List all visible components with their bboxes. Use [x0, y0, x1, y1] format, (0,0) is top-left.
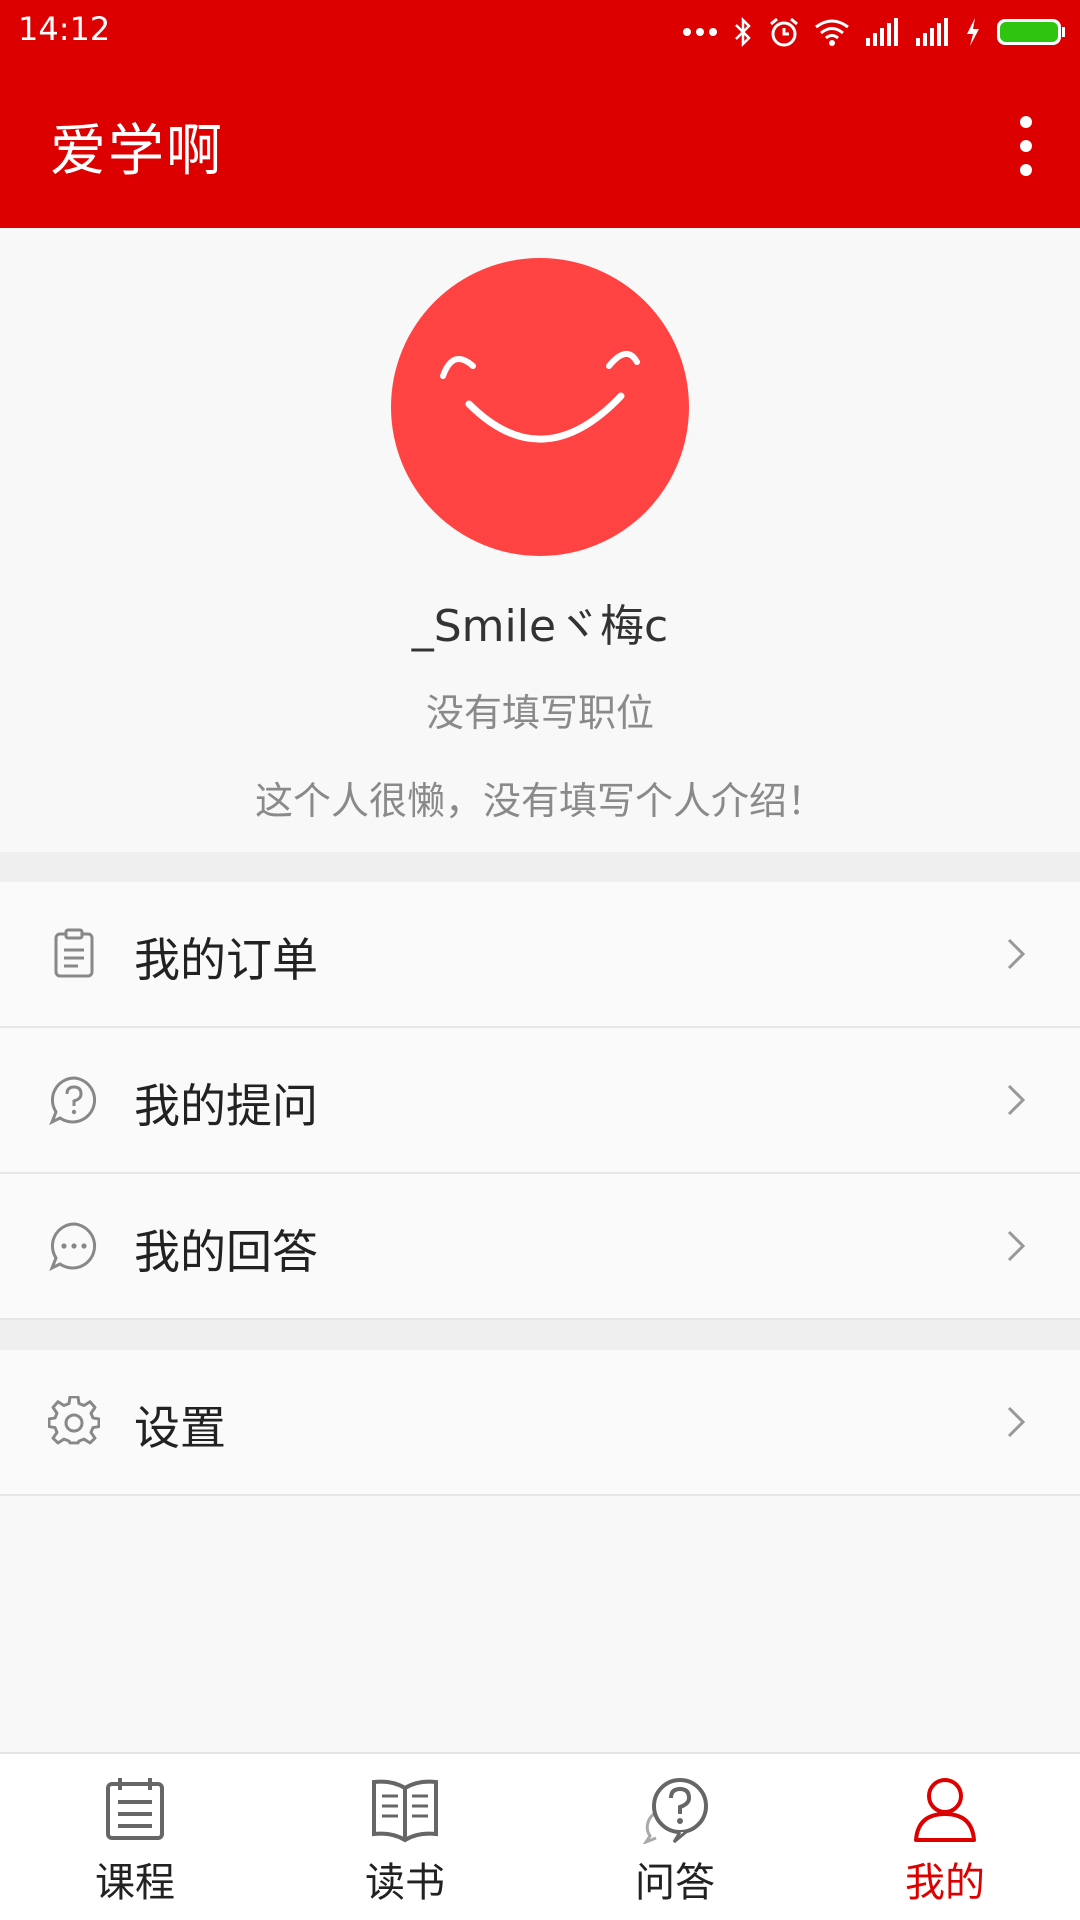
charging-icon [967, 18, 979, 46]
status-time: 14:12 [18, 10, 111, 48]
menu-item-orders[interactable]: 我的订单 [0, 882, 1080, 1028]
tab-reading[interactable]: 读书 [270, 1754, 540, 1920]
tab-courses[interactable]: 课程 [0, 1754, 270, 1920]
app-bar: 爱学啊 [0, 62, 1080, 228]
profile-intro: 这个人很懒，没有填写个人介绍！ [254, 779, 825, 823]
bluetooth-icon [735, 17, 751, 47]
tab-qa[interactable]: 问答 [540, 1754, 810, 1920]
chat-bubble-icon [49, 1222, 97, 1272]
status-bar: 14:12 [0, 0, 1080, 62]
app-title: 爱学啊 [50, 119, 224, 184]
tab-label: 问答 [635, 1860, 715, 1906]
menu-item-answers[interactable]: 我的回答 [0, 1174, 1080, 1320]
status-icons [682, 10, 1066, 54]
tab-label: 课程 [95, 1860, 175, 1906]
gear-icon [48, 1396, 100, 1445]
clipboard-icon [54, 928, 94, 978]
tab-label: 读书 [365, 1860, 445, 1906]
smile-avatar-icon [440, 351, 640, 443]
calendar-list-icon [106, 1778, 164, 1840]
menu-item-label: 我的回答 [134, 1225, 318, 1279]
qa-bubble-icon [642, 1778, 708, 1844]
menu-item-settings[interactable]: 设置 [0, 1350, 1080, 1496]
menu-item-label: 我的提问 [134, 1079, 318, 1133]
person-icon [914, 1778, 976, 1842]
menu-item-label: 我的订单 [134, 933, 318, 987]
tab-mine[interactable]: 我的 [810, 1754, 1080, 1920]
profile-header: _Smileヾ梅c 没有填写职位 这个人很懒，没有填写个人介绍！ [0, 228, 1080, 852]
avatar[interactable] [391, 258, 689, 556]
tab-label: 我的 [905, 1860, 985, 1906]
signal-icon [916, 18, 948, 46]
battery-icon [997, 19, 1065, 45]
chevron-right-icon [1007, 1230, 1026, 1262]
username: _Smileヾ梅c [411, 601, 669, 652]
wifi-icon [815, 19, 849, 46]
alarm-icon [770, 17, 798, 47]
chevron-right-icon [1007, 938, 1026, 970]
job-title: 没有填写职位 [425, 691, 654, 735]
book-icon [372, 1779, 438, 1843]
bottom-tab-bar: 课程 读书 问答 我的 [0, 1752, 1080, 1920]
section-divider [0, 852, 1080, 882]
question-bubble-icon [49, 1076, 97, 1126]
menu-item-label: 设置 [134, 1401, 226, 1455]
section-divider [0, 1320, 1080, 1350]
more-dots-icon [683, 28, 717, 36]
chevron-right-icon [1007, 1406, 1026, 1438]
overflow-menu-icon[interactable] [1006, 116, 1046, 176]
chevron-right-icon [1007, 1084, 1026, 1116]
signal-icon [866, 18, 898, 46]
menu-item-questions[interactable]: 我的提问 [0, 1028, 1080, 1174]
